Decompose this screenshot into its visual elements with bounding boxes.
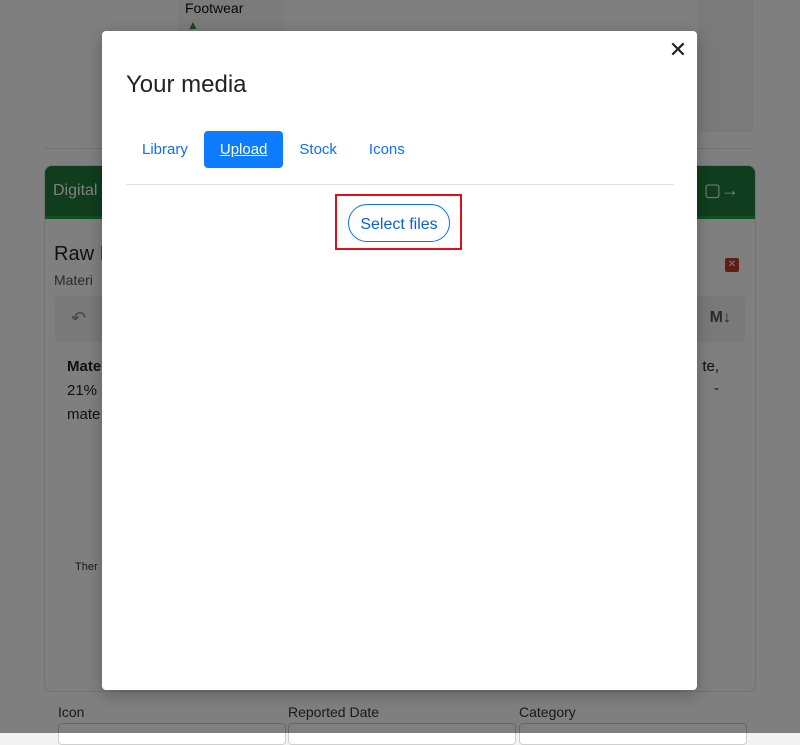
tabs-divider xyxy=(126,184,674,185)
modal-title: Your media xyxy=(126,71,247,98)
tab-stock[interactable]: Stock xyxy=(283,131,353,168)
media-modal: ✕ Your media Library Upload Stock Icons … xyxy=(102,31,697,690)
select-files-button[interactable]: Select files xyxy=(348,204,450,242)
tab-library[interactable]: Library xyxy=(126,131,204,168)
tab-upload[interactable]: Upload xyxy=(203,131,284,168)
media-tabs: Library Upload Stock Icons xyxy=(126,131,421,168)
tab-icons[interactable]: Icons xyxy=(353,131,421,168)
close-icon[interactable]: ✕ xyxy=(667,39,689,61)
